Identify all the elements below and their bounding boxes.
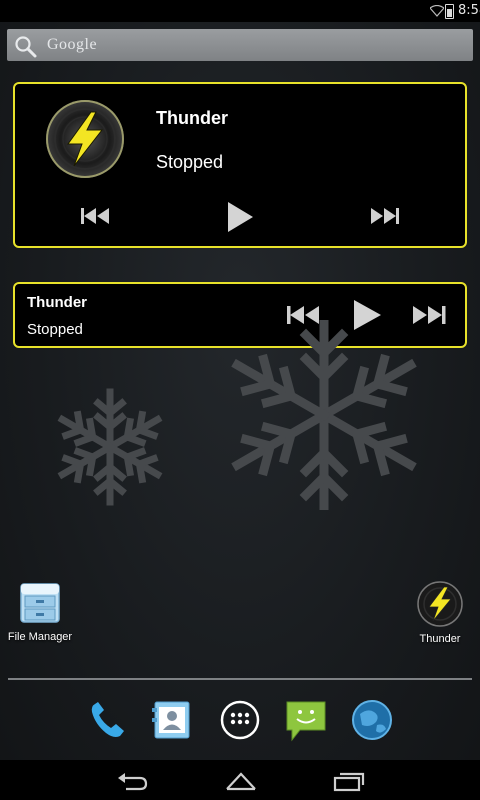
app-drawer-icon[interactable] [218,698,262,742]
snowflake-decoration [48,388,172,509]
lightning-bolt-icon [54,108,116,170]
album-art[interactable] [46,100,124,178]
shortcut-thunder[interactable]: Thunder [405,580,475,645]
recent-apps-icon[interactable] [332,770,366,792]
shortcut-file-manager[interactable]: File Manager [3,580,77,643]
browser-icon[interactable] [350,698,394,742]
playback-status: Stopped [27,321,83,338]
snowflake-decoration [214,320,434,510]
track-title: Thunder [156,108,228,128]
shortcut-label: File Manager [7,631,73,643]
navigation-bar [0,760,480,800]
next-track-button[interactable] [369,206,401,226]
back-icon[interactable] [116,770,150,792]
thunder-app-icon [417,581,463,627]
contacts-icon[interactable] [150,698,194,742]
play-button[interactable] [225,200,255,234]
search-label: Google [47,36,98,53]
shortcut-label: Thunder [419,633,461,645]
file-manager-icon [20,583,60,623]
status-time: 8:58 [458,3,480,18]
previous-track-button[interactable] [79,206,111,226]
music-widget-large: Thunder Stopped [13,82,467,248]
messaging-icon[interactable] [284,698,328,742]
phone-icon[interactable] [86,698,130,742]
wifi-icon [430,5,444,17]
playback-status: Stopped [156,152,224,172]
home-icon[interactable] [224,770,258,792]
dock-divider [8,678,472,680]
google-search-bar[interactable]: Google [7,29,473,61]
search-icon [15,36,37,58]
track-title: Thunder [27,294,87,311]
battery-icon [445,4,454,19]
status-bar: 8:58 [0,0,480,22]
